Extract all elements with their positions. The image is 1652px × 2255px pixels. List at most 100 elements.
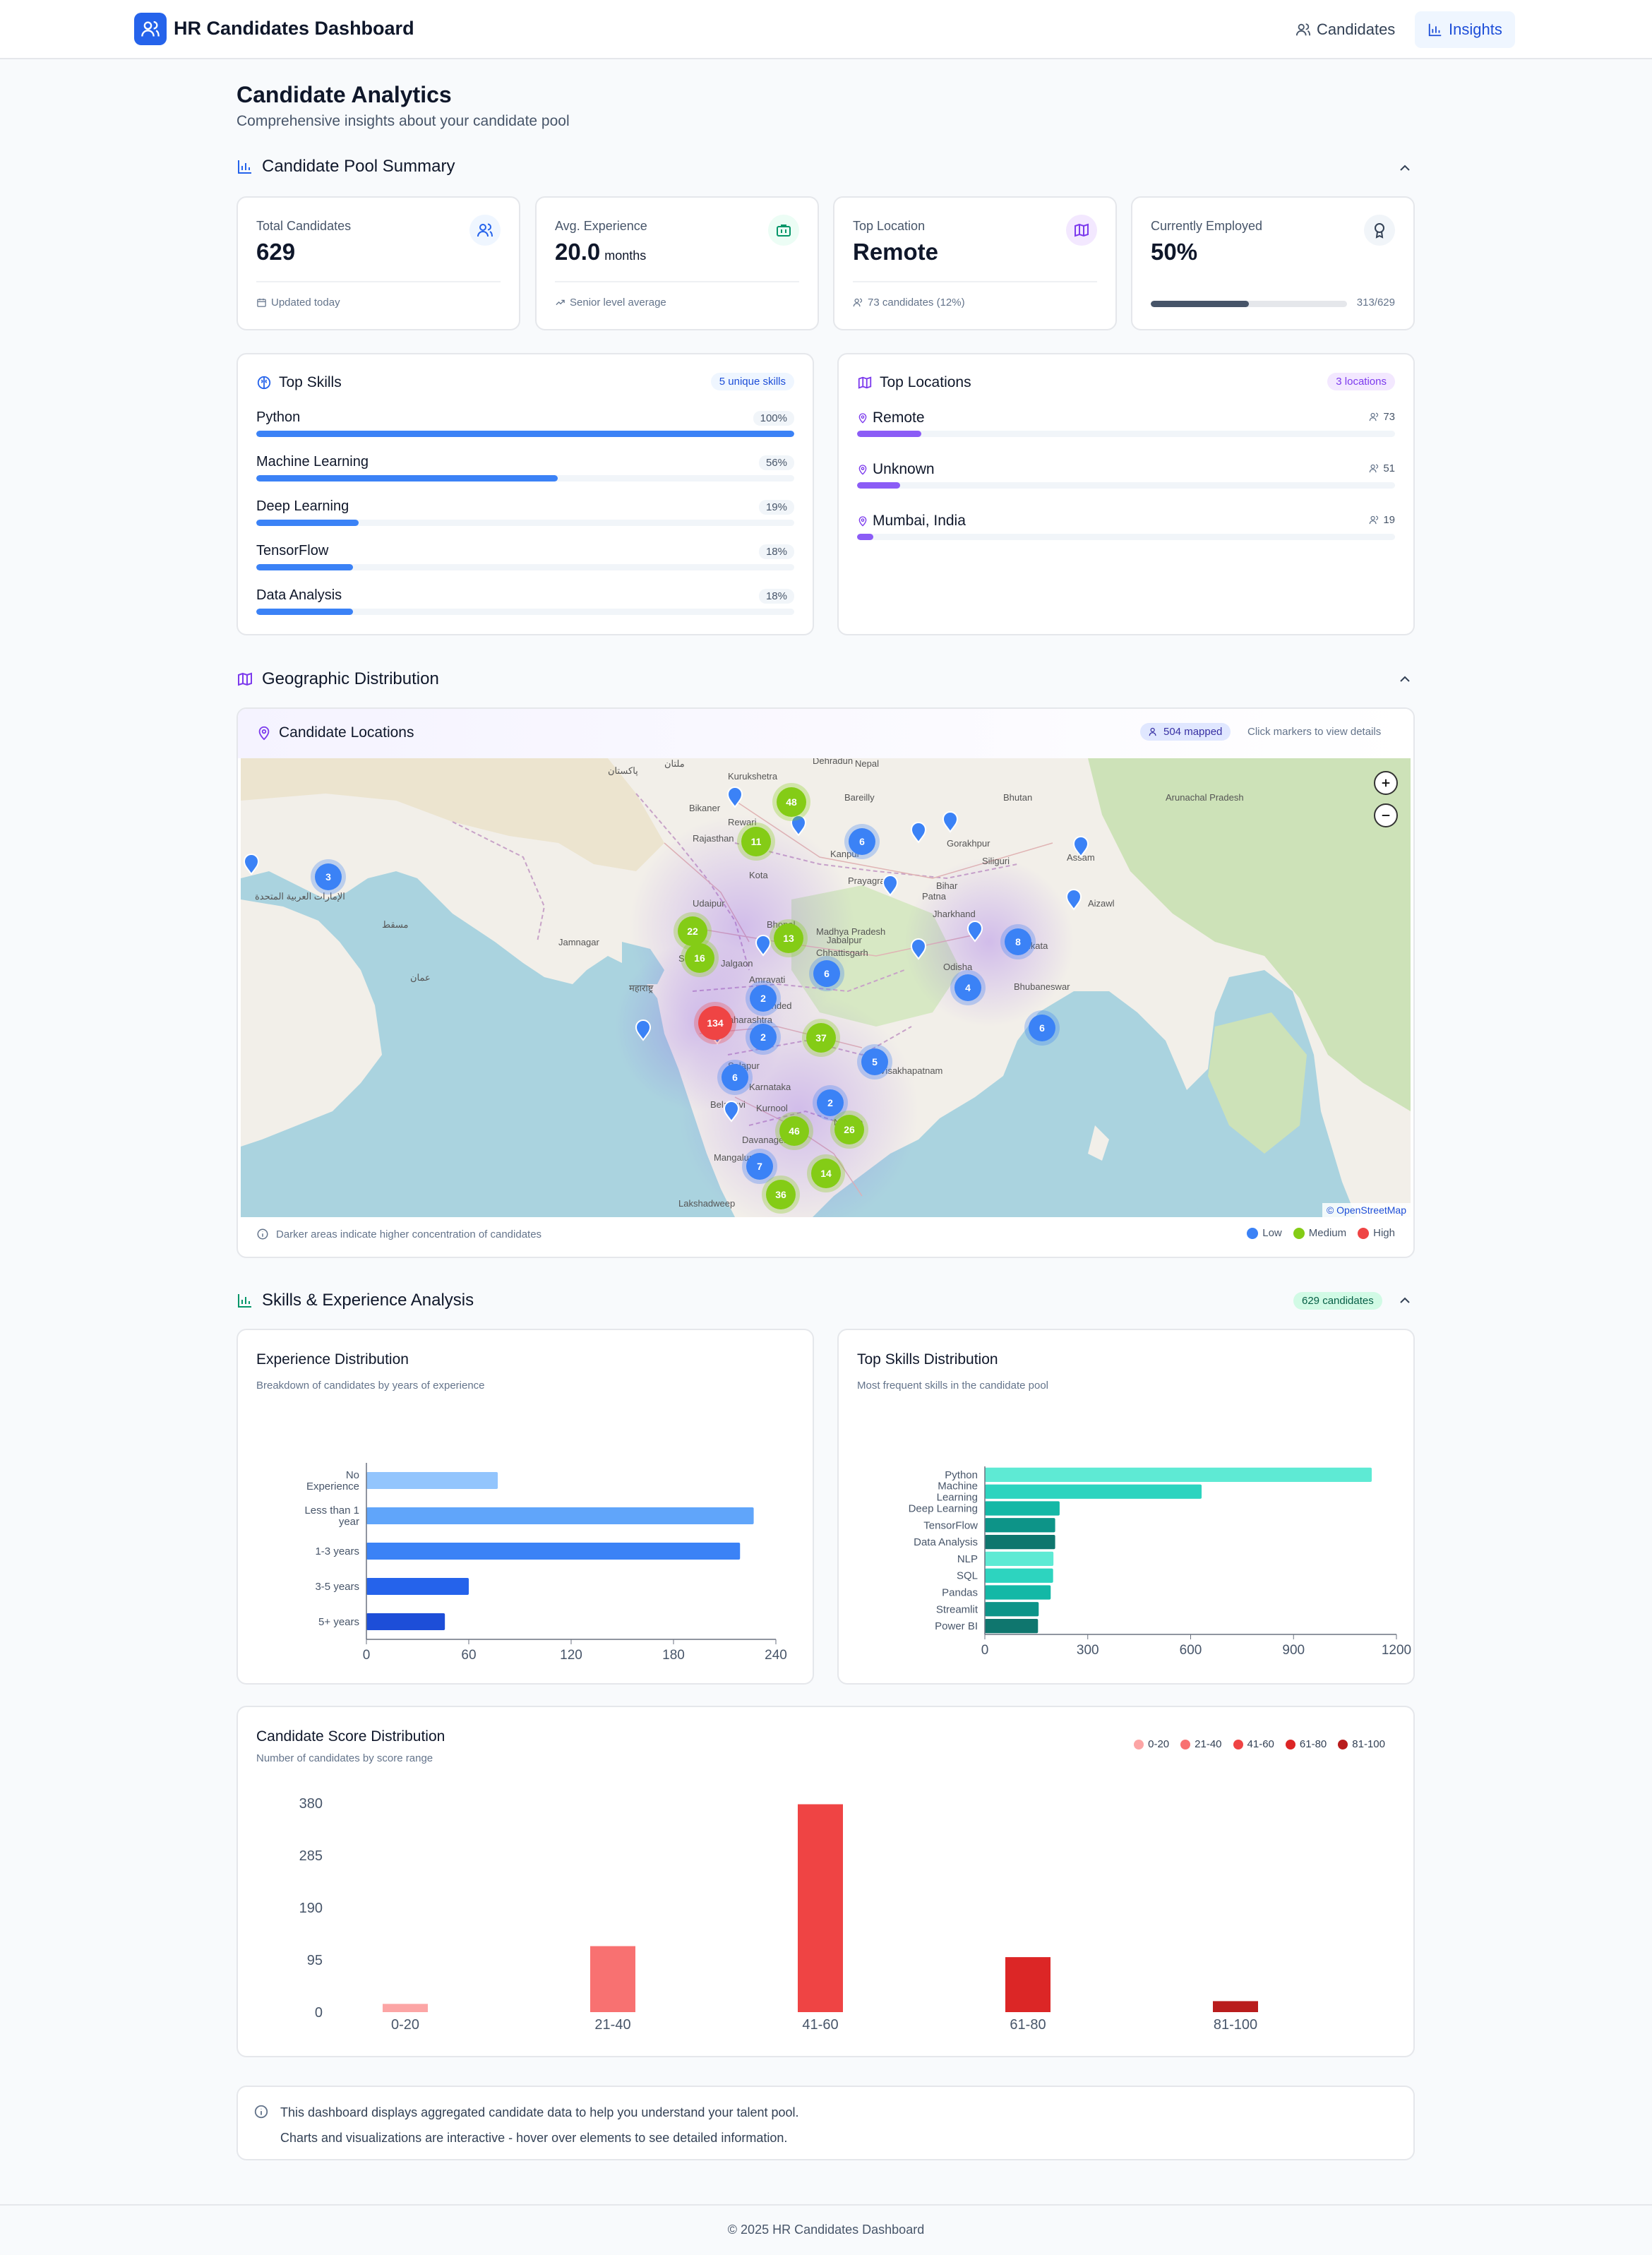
chevron-up-icon[interactable] xyxy=(1396,1292,1413,1309)
bar[interactable] xyxy=(985,1484,1202,1499)
legend-item: Medium xyxy=(1293,1227,1346,1239)
zoom-in-button[interactable] xyxy=(1374,771,1398,795)
cluster-count: 134 xyxy=(707,1017,724,1029)
map-place-label: ملتان xyxy=(664,758,685,769)
stat-footer-text: Senior level average xyxy=(570,297,666,309)
chevron-up-icon[interactable] xyxy=(1396,160,1413,177)
map-place-label: Bhubaneswar xyxy=(1014,981,1070,992)
cluster-count: 4 xyxy=(965,982,971,993)
category-label: SQL xyxy=(957,1570,978,1582)
summary-section-header[interactable]: Candidate Pool Summary xyxy=(237,157,455,177)
map-icon xyxy=(238,672,252,686)
app-title: HR Candidates Dashboard xyxy=(174,18,414,39)
location-progress-fill xyxy=(857,482,900,489)
stat-card-experience: Avg. Experience 20.0 months Senior level … xyxy=(535,196,819,330)
bar[interactable] xyxy=(366,1507,754,1524)
bar[interactable] xyxy=(985,1568,1053,1583)
skills-count-badge: 5 unique skills xyxy=(710,373,794,390)
x-tick-label: 600 xyxy=(1180,1643,1202,1658)
bar[interactable] xyxy=(366,1613,445,1630)
map-attribution[interactable]: © OpenStreetMap xyxy=(1322,1203,1411,1217)
map-hint: Click markers to view details xyxy=(1247,726,1382,738)
map-pin-icon xyxy=(858,413,867,424)
bar[interactable] xyxy=(985,1551,1054,1567)
cluster-count: 6 xyxy=(824,968,830,979)
map-viewport[interactable]: ملتان پاکستان Dehradun Kurukshetra Bikaner Re… xyxy=(241,758,1411,1217)
stat-label: Total Candidates xyxy=(256,219,352,233)
bar[interactable] xyxy=(985,1618,1039,1634)
forest-east xyxy=(1208,1012,1307,1154)
map-place-label: Lakshadweep xyxy=(678,1198,735,1209)
nav-insights[interactable]: Insights xyxy=(1415,11,1515,48)
location-count: 19 xyxy=(1369,514,1395,526)
score-bar-chart[interactable]: 0 95 190 285 380 0-20 21-40 41-60 61-80 81-100 xyxy=(238,1771,1416,2053)
location-count-text: 73 xyxy=(1383,411,1395,423)
users-icon xyxy=(1295,23,1311,36)
stat-label: Currently Employed xyxy=(1151,219,1263,233)
experience-bar-chart[interactable]: NoExperience Less than 1year 1-3 years 3-5 … xyxy=(238,1401,815,1683)
score-legend: 0-20 21-40 41-60 61-80 81-100 xyxy=(1134,1738,1385,1750)
briefcase-icon xyxy=(768,215,799,246)
stat-footer-text: Updated today xyxy=(271,297,340,309)
bar[interactable] xyxy=(590,1946,635,2012)
location-count-text: 51 xyxy=(1383,462,1395,474)
bar[interactable] xyxy=(985,1467,1372,1483)
bar[interactable] xyxy=(985,1585,1051,1600)
analysis-section-title: Skills & Experience Analysis xyxy=(262,1291,474,1310)
geo-section-title: Geographic Distribution xyxy=(262,669,439,688)
map-place-label: Gorakhpur xyxy=(947,838,990,849)
bar[interactable] xyxy=(366,1472,498,1489)
bar[interactable] xyxy=(366,1578,469,1595)
skill-progress-track xyxy=(256,609,794,615)
skill-progress-track xyxy=(256,520,794,526)
map-place-label: महाराष्ट्र xyxy=(629,983,654,993)
stat-footer-text: 73 candidates (12%) xyxy=(868,297,965,309)
bar[interactable] xyxy=(985,1518,1055,1533)
cluster-count: 46 xyxy=(789,1125,800,1137)
legend-dot xyxy=(1358,1227,1370,1239)
chevron-up-icon[interactable] xyxy=(1396,671,1413,688)
top-locations-card: Top Locations 3 locations Remote 73 Unknow… xyxy=(837,353,1415,635)
bar[interactable] xyxy=(985,1534,1055,1550)
map-place-label: عمان xyxy=(410,972,431,983)
users-icon xyxy=(1149,727,1156,736)
location-count: 51 xyxy=(1369,462,1395,474)
stat-card-employed: Currently Employed 50% 313/629 xyxy=(1131,196,1415,330)
cluster-count: 6 xyxy=(732,1072,738,1083)
skills-bar-chart[interactable]: PythonMachineLearningDeep Learning Tensor… xyxy=(839,1401,1416,1683)
nav-insights-label: Insights xyxy=(1449,20,1502,38)
employed-progress-fill xyxy=(1151,301,1249,307)
bar[interactable] xyxy=(1213,2001,1258,2012)
bar[interactable] xyxy=(985,1501,1060,1516)
analysis-count-badge: 629 candidates xyxy=(1293,1292,1382,1310)
skill-progress-track xyxy=(256,431,794,437)
bar[interactable] xyxy=(985,1602,1039,1617)
location-progress-fill xyxy=(857,431,922,437)
bar[interactable] xyxy=(366,1543,741,1560)
stat-card-total: Total Candidates 629 Updated today xyxy=(237,196,520,330)
analysis-section-header[interactable]: Skills & Experience Analysis xyxy=(237,1291,474,1310)
map-place-label: Jharkhand xyxy=(933,909,976,919)
skill-progress-fill xyxy=(256,475,558,481)
map-note: Darker areas indicate higher concentrati… xyxy=(256,1228,541,1240)
skill-row: Python 100% xyxy=(256,409,794,452)
cluster-count: 22 xyxy=(687,926,698,937)
bar[interactable] xyxy=(1005,1957,1051,2012)
geo-section-header[interactable]: Geographic Distribution xyxy=(237,669,439,689)
skill-row: Deep Learning 19% xyxy=(256,498,794,541)
x-tick-label: 240 xyxy=(765,1648,787,1663)
y-tick-label: 285 xyxy=(299,1848,323,1864)
location-name-text: Mumbai, India xyxy=(873,513,966,529)
bar[interactable] xyxy=(383,2004,428,2012)
x-tick-label: 0 xyxy=(981,1643,989,1658)
category-label: Machine xyxy=(938,1481,978,1493)
category-label: Deep Learning xyxy=(909,1503,978,1515)
zoom-out-button[interactable] xyxy=(1374,803,1398,827)
nav-candidates[interactable]: Candidates xyxy=(1283,11,1408,48)
bar[interactable] xyxy=(798,1804,843,2012)
map-place-label: Karnataka xyxy=(749,1082,791,1092)
top-skills-title: Top Skills xyxy=(256,374,342,391)
cluster-count: 16 xyxy=(694,952,705,964)
cluster-count: 36 xyxy=(775,1189,786,1200)
y-tick-label: 190 xyxy=(299,1901,323,1916)
